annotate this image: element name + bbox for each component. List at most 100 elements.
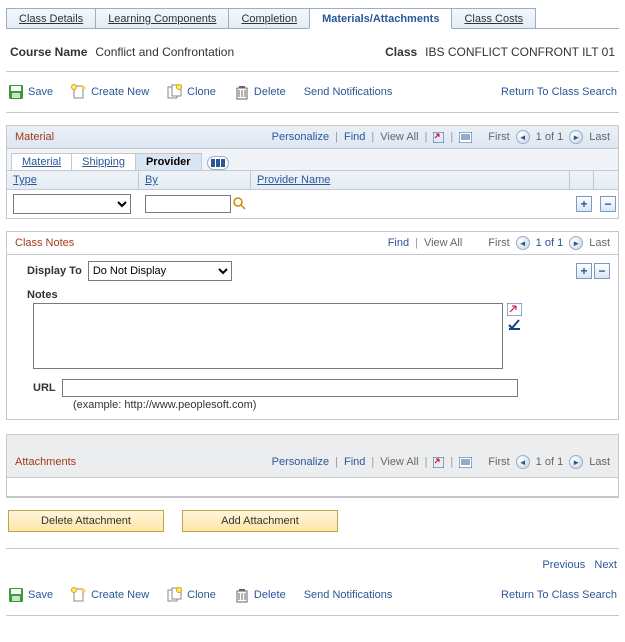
col-add [570, 171, 594, 189]
toolbar-top: Save Create New Clone Delete Send Notifi… [6, 72, 619, 113]
course-name-label: Course Name [10, 45, 95, 59]
create-new-icon [71, 587, 87, 603]
material-title: Material [15, 131, 54, 143]
material-next-button[interactable]: ► [569, 130, 583, 144]
save-icon [8, 84, 24, 100]
delete-attachment-button[interactable]: Delete Attachment [8, 510, 164, 532]
url-input[interactable] [62, 379, 518, 397]
attachments-body [7, 477, 618, 497]
subtab-material[interactable]: Material [11, 153, 72, 170]
attachment-button-row: Delete Attachment Add Attachment [6, 498, 619, 544]
notes-textarea[interactable] [33, 303, 503, 369]
delete-button[interactable]: Delete [234, 84, 286, 100]
row-add-button[interactable]: + [576, 196, 592, 212]
attachments-title: Attachments [15, 456, 76, 468]
lookup-icon[interactable] [233, 197, 247, 211]
tab-class-details[interactable]: Class Details [6, 8, 96, 28]
create-new-label: Create New [91, 86, 149, 98]
attachments-viewall-text: View All [380, 456, 418, 468]
col-type[interactable]: Type [7, 171, 139, 189]
material-first-text: First [488, 131, 509, 143]
attachments-prev-button[interactable]: ◄ [516, 455, 530, 469]
previous-link[interactable]: Previous [542, 559, 585, 571]
tab-strip: Class Details Learning Components Comple… [6, 6, 619, 29]
material-grid-columns: Type By Provider Name [7, 171, 618, 190]
trash-icon [234, 84, 250, 100]
attachments-next-button[interactable]: ► [569, 455, 583, 469]
col-by[interactable]: By [139, 171, 251, 189]
attachments-find-link[interactable]: Find [344, 456, 365, 468]
spellcheck-icon[interactable] [507, 318, 522, 331]
notes-find-link[interactable]: Find [388, 237, 409, 249]
display-to-select[interactable]: Do Not Display [88, 261, 232, 281]
toolbar-bottom: Save Create New Clone Delete Send Notifi… [6, 575, 619, 616]
next-link[interactable]: Next [594, 559, 617, 571]
save-button-bottom[interactable]: Save [8, 587, 53, 603]
material-personalize-link[interactable]: Personalize [272, 131, 329, 143]
notes-last-text: Last [589, 237, 610, 249]
subtab-shipping[interactable]: Shipping [71, 153, 136, 170]
return-to-search-button[interactable]: Return To Class Search [501, 86, 617, 98]
add-attachment-button[interactable]: Add Attachment [182, 510, 338, 532]
clone-button-bottom[interactable]: Clone [167, 587, 216, 603]
send-notifications-button-bottom[interactable]: Send Notifications [304, 589, 393, 601]
material-last-text: Last [589, 131, 610, 143]
delete-button-bottom[interactable]: Delete [234, 587, 286, 603]
zoom-icon[interactable] [433, 132, 444, 143]
create-new-icon [71, 84, 87, 100]
tab-learning-components[interactable]: Learning Components [95, 8, 229, 28]
attachments-header: Attachments Personalize | Find | View Al… [7, 435, 618, 477]
course-name-value: Conflict and Confrontation [95, 45, 234, 59]
display-to-label: Display To [27, 265, 82, 277]
tab-class-costs[interactable]: Class Costs [451, 8, 536, 28]
material-header: Material Personalize | Find | View All |… [7, 126, 618, 149]
attachments-personalize-link[interactable]: Personalize [272, 456, 329, 468]
tab-materials-attachments[interactable]: Materials/Attachments [309, 8, 452, 29]
clone-button[interactable]: Clone [167, 84, 216, 100]
trash-icon [234, 587, 250, 603]
prev-next-row: Previous Next [6, 553, 619, 575]
show-all-columns-icon[interactable] [207, 156, 229, 170]
attachments-zoom-icon[interactable] [433, 457, 444, 468]
download-icon[interactable] [459, 132, 470, 143]
notes-prev-button[interactable]: ◄ [516, 236, 530, 250]
create-new-button[interactable]: Create New [71, 84, 149, 100]
save-icon [8, 587, 24, 603]
material-grid-row: + − [7, 190, 618, 218]
type-select[interactable] [13, 194, 131, 214]
notes-viewall-text: View All [424, 237, 462, 249]
attachments-download-icon[interactable] [459, 457, 470, 468]
material-count: 1 of 1 [536, 131, 564, 143]
send-notifications-label: Send Notifications [304, 86, 393, 98]
material-subtabs: Material Shipping Provider [7, 149, 618, 171]
send-notifications-button[interactable]: Send Notifications [304, 86, 393, 98]
notes-delete-button[interactable]: − [594, 263, 610, 279]
attachments-panel: Attachments Personalize | Find | View Al… [6, 434, 619, 498]
class-label: Class [385, 45, 425, 59]
by-input[interactable] [145, 195, 231, 213]
col-provider-name[interactable]: Provider Name [251, 171, 570, 189]
subtab-provider[interactable]: Provider [135, 153, 202, 170]
clone-icon [167, 587, 183, 603]
row-delete-button[interactable]: − [600, 196, 616, 212]
create-new-button-bottom[interactable]: Create New [71, 587, 149, 603]
save-label: Save [28, 86, 53, 98]
class-value: IBS CONFLICT CONFRONT ILT 01 [425, 45, 615, 59]
notes-next-button[interactable]: ► [569, 236, 583, 250]
material-panel: Material Personalize | Find | View All |… [6, 125, 619, 219]
return-to-search-button-bottom[interactable]: Return To Class Search [501, 589, 617, 601]
col-del [594, 171, 618, 189]
display-to-row: Display To Do Not Display + − [27, 261, 618, 281]
expand-icon[interactable] [507, 303, 522, 316]
notes-label: Notes [27, 289, 618, 301]
return-to-search-label: Return To Class Search [501, 86, 617, 98]
notes-count[interactable]: 1 of 1 [536, 237, 564, 249]
save-button[interactable]: Save [8, 84, 53, 100]
material-find-link[interactable]: Find [344, 131, 365, 143]
class-notes-title: Class Notes [15, 237, 74, 249]
notes-add-button[interactable]: + [576, 263, 592, 279]
url-label: URL [33, 382, 56, 394]
tab-completion[interactable]: Completion [228, 8, 310, 28]
material-prev-button[interactable]: ◄ [516, 130, 530, 144]
clone-icon [167, 84, 183, 100]
